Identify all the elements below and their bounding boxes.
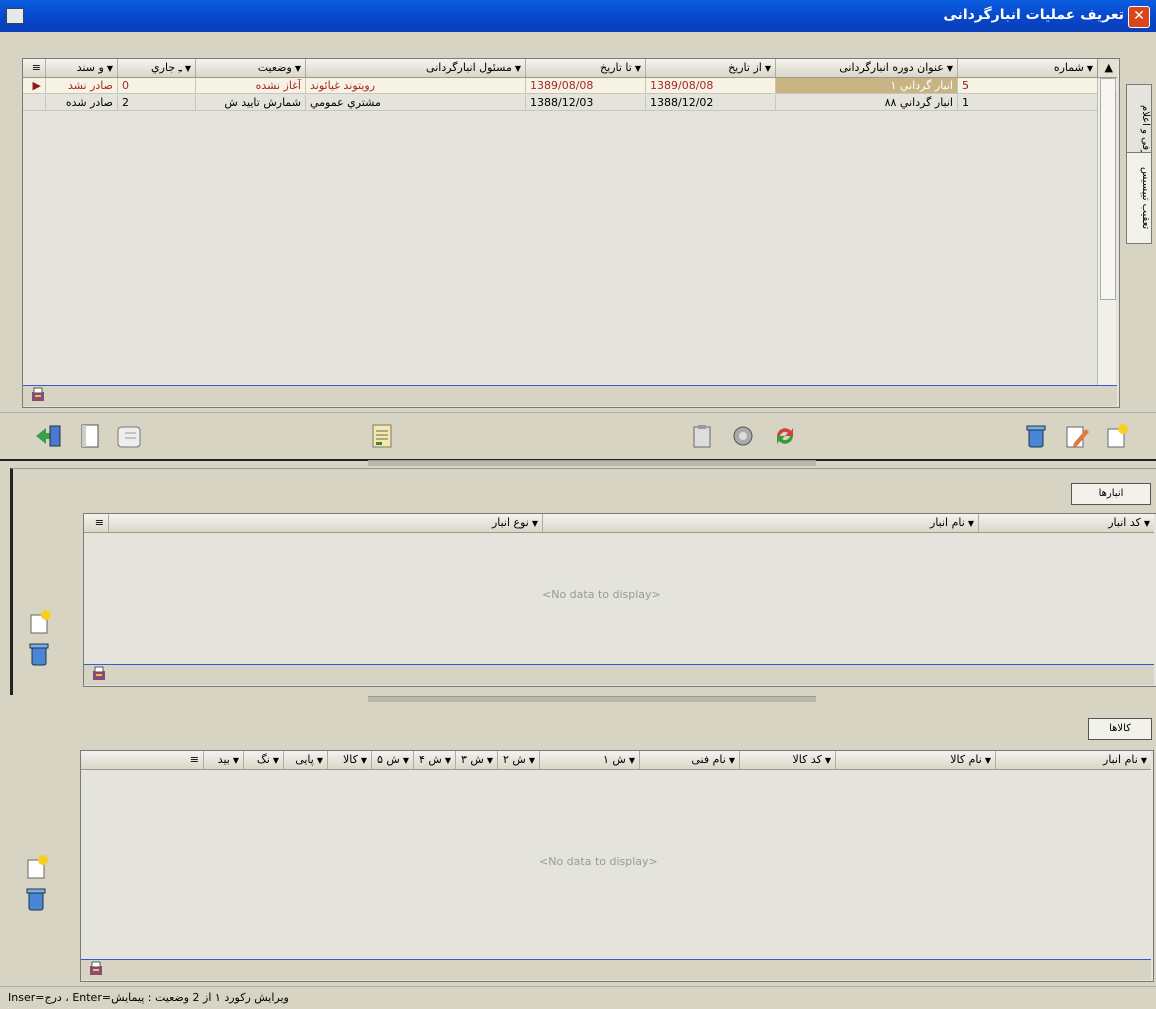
goods-panel: کالاها ▼نام انبار ▼نام کالا ▼کد کالا ▼نا…: [10, 704, 1156, 984]
cell-number: 1: [957, 95, 1097, 111]
new-icon[interactable]: [1104, 423, 1128, 448]
grid-footer: [23, 385, 1117, 406]
warehouses-grid: ▼کد انبار ▼نام انبار ▼نوع انبار ≡ <No da…: [83, 513, 1156, 687]
refresh-icon[interactable]: [772, 423, 796, 447]
column-chooser-icon[interactable]: ≡: [181, 751, 203, 769]
exit-icon[interactable]: [34, 423, 61, 447]
cell-current: 2: [117, 95, 195, 111]
col-color[interactable]: ▼نگ: [243, 751, 283, 769]
table-row[interactable]: 5 انبار گرداني ١ 1389/08/08 1389/08/08 ر…: [23, 78, 1117, 94]
delete-icon[interactable]: [27, 641, 51, 666]
col-number[interactable]: ▼شماره: [957, 59, 1097, 77]
col-extra[interactable]: ▼بید: [203, 751, 243, 769]
row-pointer-icon: ▶: [23, 78, 45, 94]
close-button[interactable]: ✕: [1128, 6, 1150, 28]
clipboard-icon[interactable]: [690, 423, 714, 448]
splitter-handle[interactable]: [368, 460, 816, 466]
main-toolbar: [0, 412, 1156, 461]
cell-responsible: رويتوند غيائوند: [305, 78, 525, 94]
app-icon[interactable]: [6, 8, 24, 24]
col-responsible[interactable]: ▼مسئول انبارگردانی: [305, 59, 525, 77]
col-item-code[interactable]: ▼کد کالا: [739, 751, 835, 769]
table-row[interactable]: 1 انبار گرداني ٨٨ 1388/12/02 1388/12/03 …: [23, 95, 1117, 111]
splitter-handle[interactable]: [368, 696, 816, 702]
goods-grid-header: ▼نام انبار ▼نام کالا ▼کد کالا ▼نام فنی ▼…: [81, 751, 1151, 770]
cell-doc: صادر نشد: [45, 78, 117, 94]
col-status[interactable]: ▼وضعیت: [195, 59, 305, 77]
column-chooser-icon[interactable]: ≡: [23, 59, 45, 77]
col-title[interactable]: ▼عنوان دوره انبارگردانی: [775, 59, 957, 77]
col-count-1[interactable]: ▼ش ١: [539, 751, 639, 769]
empty-message: <No data to display>: [539, 855, 658, 868]
window-title: تعریف عملیات انبارگردانی: [943, 7, 1124, 23]
delete-icon[interactable]: [24, 886, 48, 911]
scroll-up-button[interactable]: ▲: [1097, 59, 1117, 77]
col-to-date[interactable]: ▼تا تاریخ: [525, 59, 645, 77]
tab-goods[interactable]: کالاها: [1088, 718, 1152, 740]
script-icon[interactable]: [116, 423, 141, 448]
col-doc[interactable]: ▼و سند: [45, 59, 117, 77]
col-count-5[interactable]: ▼ش ۵: [371, 751, 413, 769]
cell-to-date: 1388/12/03: [525, 95, 645, 111]
cell-status: آغاز نشده: [195, 78, 305, 94]
vertical-scrollbar[interactable]: ▼: [1097, 78, 1116, 402]
print-icon[interactable]: [87, 960, 105, 978]
new-icon[interactable]: [24, 854, 48, 879]
col-final[interactable]: ▼پایی: [283, 751, 327, 769]
cell-number: 5: [957, 78, 1097, 94]
title-bar: تعریف عملیات انبارگردانی ✕: [0, 0, 1156, 32]
cell-to-date: 1389/08/08: [525, 78, 645, 94]
new-icon[interactable]: [27, 609, 51, 634]
cell-title: انبار گرداني ٨٨: [775, 95, 957, 111]
tab-warehouses[interactable]: انبارها: [1071, 483, 1151, 505]
scroll-thumb[interactable]: [1100, 78, 1116, 300]
col-warehouse-type[interactable]: ▼نوع انبار: [108, 514, 542, 532]
status-bar: Inser=درج ، Enter=ویرایش رکورد ١ از 2 وض…: [0, 986, 1156, 1009]
print-icon[interactable]: [90, 665, 108, 683]
col-warehouse-code[interactable]: ▼کد انبار: [978, 514, 1154, 532]
col-current[interactable]: ▼ـِ جاري: [117, 59, 195, 77]
cell-responsible: مشتري عمومي: [305, 95, 525, 111]
col-warehouse-name[interactable]: ▼نام انبار: [995, 751, 1151, 769]
col-count-2[interactable]: ▼ش ٢: [497, 751, 539, 769]
cell-doc: صادر شده: [45, 95, 117, 111]
warehouses-panel: انبارها ▼کد انبار ▼نام انبار ▼نوع انبار …: [10, 468, 1156, 695]
top-panel: معرفی و اعلام تعقیب تیپسیس ▲ ▼شماره ▼عنو…: [0, 32, 1156, 412]
col-from-date[interactable]: ▼از تاریخ: [645, 59, 775, 77]
document-icon[interactable]: [78, 423, 102, 448]
delete-icon[interactable]: [1024, 423, 1048, 448]
cell-current: 0: [117, 78, 195, 94]
col-count-3[interactable]: ▼ش ٣: [455, 751, 497, 769]
col-count-4[interactable]: ▼ش ۴: [413, 751, 455, 769]
col-item[interactable]: ▼کالا: [327, 751, 371, 769]
periods-grid: ▲ ▼شماره ▼عنوان دوره انبارگردانی ▼از تار…: [22, 58, 1120, 408]
col-warehouse-name[interactable]: ▼نام انبار: [542, 514, 978, 532]
grid-footer: [84, 664, 1154, 685]
col-technical-name[interactable]: ▼نام فنی: [639, 751, 739, 769]
empty-message: <No data to display>: [542, 588, 661, 601]
settings-icon[interactable]: [730, 423, 754, 447]
cell-from-date: 1388/12/02: [645, 95, 775, 111]
periods-grid-header: ▲ ▼شماره ▼عنوان دوره انبارگردانی ▼از تار…: [23, 59, 1117, 78]
cell-title: انبار گرداني ١: [775, 78, 957, 94]
warehouses-grid-header: ▼کد انبار ▼نام انبار ▼نوع انبار ≡: [84, 514, 1154, 533]
status-text: Inser=درج ، Enter=ویرایش رکورد ١ از 2 وض…: [8, 991, 289, 1004]
report-icon[interactable]: [370, 423, 394, 448]
print-icon[interactable]: [29, 386, 47, 404]
goods-grid: ▼نام انبار ▼نام کالا ▼کد کالا ▼نام فنی ▼…: [80, 750, 1154, 982]
cell-status: شمارش تایید ش: [195, 95, 305, 111]
grid-footer: [81, 959, 1151, 980]
edit-icon[interactable]: [1064, 423, 1089, 448]
tab-tracking[interactable]: تعقیب تیپسیس: [1126, 152, 1152, 244]
column-chooser-icon[interactable]: ≡: [84, 514, 108, 532]
col-item-name[interactable]: ▼نام کالا: [835, 751, 995, 769]
cell-from-date: 1389/08/08: [645, 78, 775, 94]
